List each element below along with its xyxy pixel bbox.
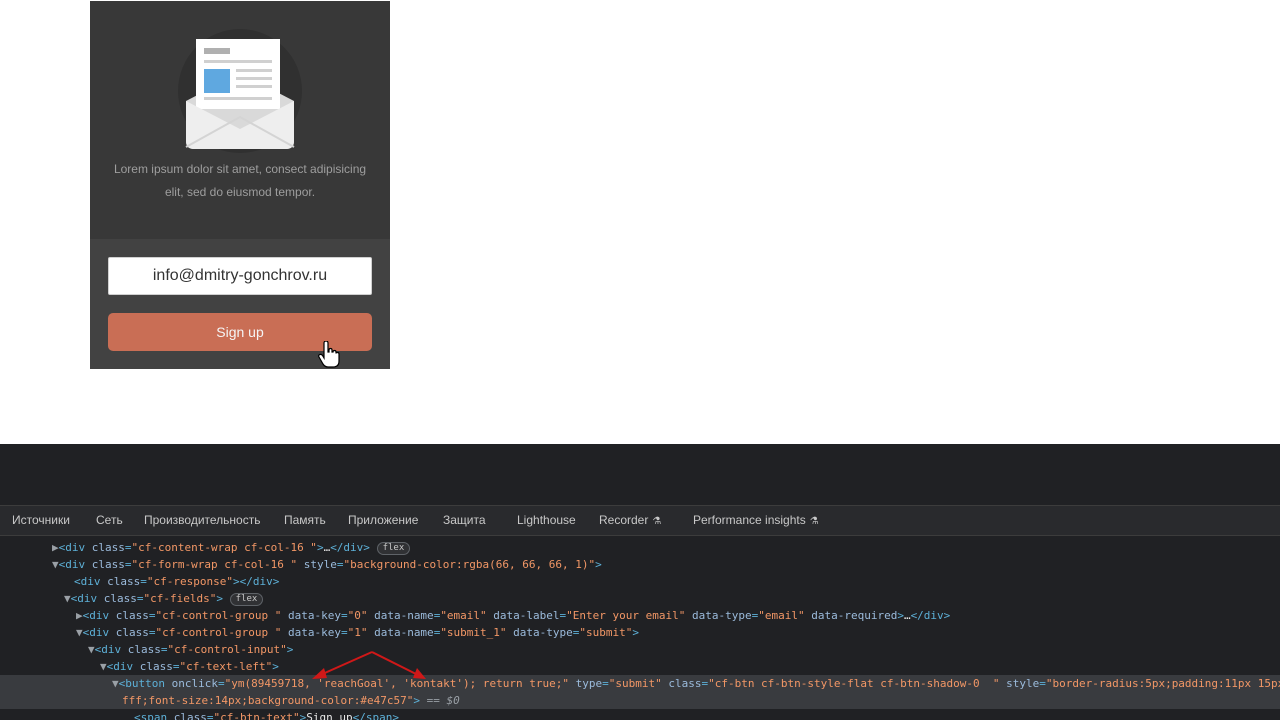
widget-header: Lorem ipsum dolor sit amet, consect adip… bbox=[90, 1, 390, 239]
tab-lighthouse[interactable]: Lighthouse bbox=[517, 506, 576, 535]
tab-performance-insights-label: Performance insights bbox=[693, 513, 806, 527]
expand-down-icon[interactable]: ▼ bbox=[0, 643, 95, 656]
expand-down-icon[interactable]: ▼ bbox=[0, 660, 107, 673]
dom-node-response[interactable]: <div class="cf-response"></div> bbox=[0, 573, 1280, 590]
tab-recorder-label: Recorder bbox=[599, 513, 649, 527]
flask-icon: ⚗ bbox=[652, 516, 662, 527]
description-line-2: elit, sed do eiusmod tempor. bbox=[164, 185, 316, 199]
dom-node-fields[interactable]: ▼<div class="cf-fields"> flex bbox=[0, 590, 1280, 607]
dom-node-control-input[interactable]: ▼<div class="cf-control-input"> bbox=[0, 641, 1280, 658]
signup-button[interactable]: Sign up bbox=[108, 313, 372, 351]
tab-security[interactable]: Защита bbox=[443, 506, 486, 535]
flex-badge[interactable]: flex bbox=[376, 542, 411, 555]
tab-memory[interactable]: Память bbox=[284, 506, 326, 535]
expand-down-icon[interactable]: ▼ bbox=[0, 592, 71, 605]
flask-icon: ⚗ bbox=[809, 516, 819, 527]
tab-performance[interactable]: Производительность bbox=[144, 506, 260, 535]
subscribe-widget: Lorem ipsum dolor sit amet, consect adip… bbox=[90, 1, 390, 369]
newsletter-envelope-icon bbox=[178, 29, 302, 153]
expand-down-icon[interactable]: ▼ bbox=[0, 677, 119, 690]
widget-description: Lorem ipsum dolor sit amet, consect adip… bbox=[100, 158, 380, 204]
tab-network[interactable]: Сеть bbox=[96, 506, 123, 535]
expand-right-icon[interactable]: ▶ bbox=[0, 609, 83, 622]
tab-application[interactable]: Приложение bbox=[348, 506, 418, 535]
dom-node-email-group[interactable]: ▶<div class="cf-control-group " data-key… bbox=[0, 607, 1280, 624]
elements-tree: ▶<div class="cf-content-wrap cf-col-16 "… bbox=[0, 535, 1280, 720]
dom-node-content-wrap[interactable]: ▶<div class="cf-content-wrap cf-col-16 "… bbox=[0, 539, 1280, 556]
tab-recorder[interactable]: Recorder ⚗ bbox=[599, 506, 661, 535]
dom-node-button-continuation[interactable]: fff;font-size:14px;background-color:#e47… bbox=[0, 692, 1280, 709]
expand-right-icon[interactable]: ▶ bbox=[0, 541, 59, 554]
expand-down-icon[interactable]: ▼ bbox=[0, 626, 83, 639]
devtools-tabbar: Источники Сеть Производительность Память… bbox=[0, 505, 1280, 536]
description-line-1: Lorem ipsum dolor sit amet, consect adip… bbox=[113, 162, 367, 176]
dom-node-text-left[interactable]: ▼<div class="cf-text-left"> bbox=[0, 658, 1280, 675]
dom-node-btn-text[interactable]: <span class="cf-btn-text">Sign up</span> bbox=[0, 709, 1280, 720]
devtools-panel: Источники Сеть Производительность Память… bbox=[0, 444, 1280, 720]
expand-down-icon[interactable]: ▼ bbox=[0, 558, 59, 571]
email-input[interactable] bbox=[108, 257, 372, 295]
tab-sources[interactable]: Источники bbox=[12, 506, 70, 535]
tab-performance-insights[interactable]: Performance insights ⚗ bbox=[693, 506, 819, 535]
dom-node-form-wrap[interactable]: ▼<div class="cf-form-wrap cf-col-16 " st… bbox=[0, 556, 1280, 573]
dom-node-submit-group[interactable]: ▼<div class="cf-control-group " data-key… bbox=[0, 624, 1280, 641]
dom-node-button-selected[interactable]: ▼<button onclick="ym(89459718, 'reachGoa… bbox=[0, 675, 1280, 692]
flex-badge[interactable]: flex bbox=[229, 593, 264, 606]
